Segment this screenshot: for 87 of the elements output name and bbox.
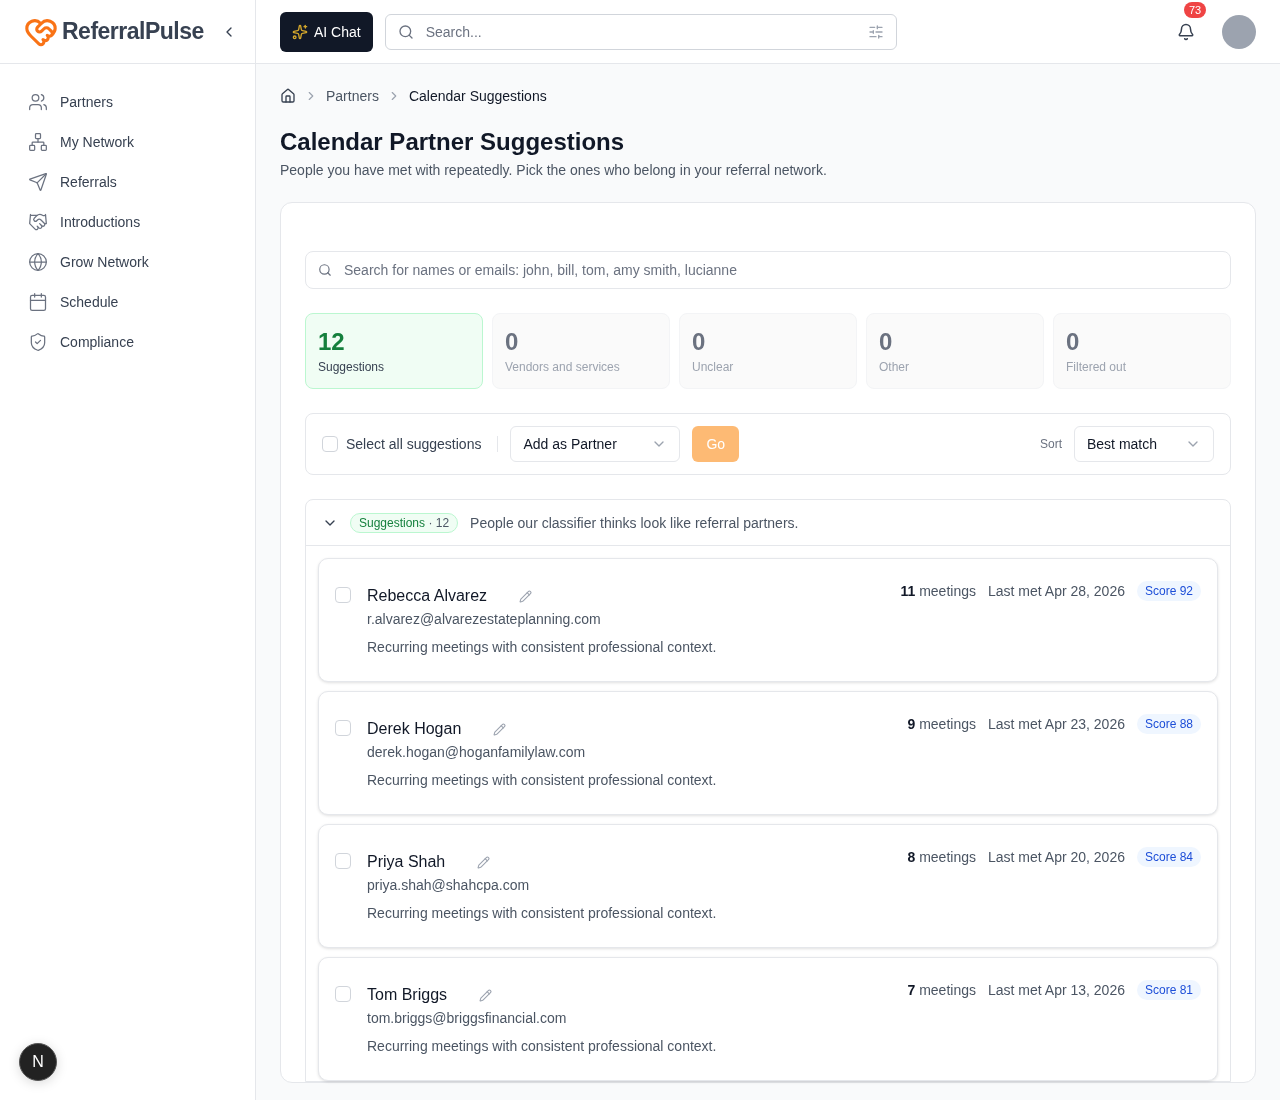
contact-name: Priya Shah bbox=[367, 853, 446, 871]
sidebar-item[interactable]: Grow Network bbox=[16, 246, 239, 278]
meeting-count: 11 meetings bbox=[900, 583, 976, 599]
suggestion-reason: Recurring meetings with consistent professional context. bbox=[367, 905, 718, 921]
page-title: Calendar Partner Suggestions bbox=[280, 128, 626, 156]
dev-badge[interactable]: N bbox=[19, 1043, 57, 1081]
contact-email: priya.shah@shahcpa.com bbox=[367, 877, 531, 893]
sparkle-icon bbox=[292, 23, 308, 40]
select-all-checkbox[interactable] bbox=[322, 436, 338, 452]
contact-email: tom.briggs@briggsfinancial.com bbox=[367, 1010, 568, 1026]
suggestion-reason: Recurring meetings with consistent professional context. bbox=[367, 639, 718, 655]
brand-name: ReferralPulse bbox=[62, 18, 205, 45]
stat-tab[interactable]: 0 Filtered out bbox=[1053, 313, 1231, 389]
notification-count: 73 bbox=[1184, 1, 1207, 18]
contact-email: r.alvarez@alvarezestateplanning.com bbox=[367, 611, 602, 627]
contact-name: Rebecca Alvarez bbox=[367, 587, 488, 605]
ai-chat-button[interactable]: AI Chat bbox=[280, 11, 373, 52]
group-description: People our classifier thinks look like referral partners. bbox=[470, 514, 799, 531]
stat-label: Suggestions bbox=[318, 360, 386, 374]
row-checkbox[interactable] bbox=[335, 720, 351, 736]
network-icon bbox=[28, 132, 48, 152]
name-search-input[interactable]: Search for names or emails: john, bill, tom, amy smith, lucianne bbox=[342, 261, 1218, 279]
sidebar-item[interactable]: Compliance bbox=[16, 326, 239, 358]
stat-count: 0 bbox=[505, 328, 520, 356]
stat-label: Unclear bbox=[692, 360, 735, 374]
sort-label: Sort bbox=[1040, 437, 1062, 451]
sidebar-item[interactable]: Referrals bbox=[16, 166, 239, 198]
stat-label: Filtered out bbox=[1066, 360, 1128, 374]
search-icon bbox=[318, 263, 332, 277]
stat-tab[interactable]: 0 Other bbox=[866, 313, 1044, 389]
last-met-date: Last met Apr 20, 2026 bbox=[988, 849, 1125, 865]
search-icon bbox=[397, 23, 414, 40]
breadcrumb-link[interactable]: Partners bbox=[326, 88, 379, 104]
search-input[interactable]: Search... bbox=[423, 22, 858, 41]
sort-dropdown[interactable]: Best match bbox=[1074, 426, 1214, 462]
sidebar-item[interactable]: Partners bbox=[16, 86, 239, 118]
score-badge: Score 84 bbox=[1136, 847, 1201, 867]
page-subtitle: People you have met with repeatedly. Pick the ones who belong in your referral network. bbox=[280, 162, 828, 178]
search-field[interactable]: Search... bbox=[384, 13, 897, 50]
stat-tab[interactable]: 0 Unclear bbox=[679, 313, 857, 389]
handshake-icon bbox=[28, 212, 48, 232]
stat-label: Other bbox=[879, 360, 910, 374]
sidebar-item[interactable]: Schedule bbox=[16, 286, 239, 318]
last-met-date: Last met Apr 28, 2026 bbox=[988, 583, 1125, 599]
sidebar-item[interactable]: Introductions bbox=[16, 206, 239, 238]
contact-email: derek.hogan@hoganfamilylaw.com bbox=[367, 744, 587, 760]
meeting-count: 7 meetings bbox=[907, 982, 976, 998]
pencil-icon[interactable] bbox=[479, 988, 493, 1002]
breadcrumb-link[interactable]: Calendar Suggestions bbox=[408, 88, 547, 104]
meeting-count: 8 meetings bbox=[907, 849, 976, 865]
stat-tab[interactable]: 12 Suggestions bbox=[305, 313, 483, 389]
row-checkbox[interactable] bbox=[335, 986, 351, 1002]
suggestion-reason: Recurring meetings with consistent professional context. bbox=[367, 772, 718, 788]
home-icon[interactable] bbox=[280, 88, 296, 104]
stat-count: 12 bbox=[318, 328, 346, 356]
select-all-label: Select all suggestions bbox=[346, 436, 482, 452]
row-checkbox[interactable] bbox=[335, 587, 351, 603]
name-search-field[interactable]: Search for names or emails: john, bill, tom, amy smith, lucianne bbox=[305, 251, 1231, 289]
meeting-count: 9 meetings bbox=[907, 716, 976, 732]
stat-count: 0 bbox=[879, 328, 894, 356]
bell-icon[interactable] bbox=[1177, 22, 1195, 41]
shield-icon bbox=[28, 332, 48, 352]
last-met-date: Last met Apr 23, 2026 bbox=[988, 716, 1125, 732]
globe-icon bbox=[28, 252, 48, 272]
pencil-icon[interactable] bbox=[477, 855, 491, 869]
group-tag: Suggestions · 12 bbox=[350, 512, 459, 533]
score-badge: Score 88 bbox=[1136, 714, 1201, 734]
paper-plane-icon bbox=[28, 172, 48, 192]
stat-label: Vendors and services bbox=[505, 360, 621, 374]
suggestion-reason: Recurring meetings with consistent professional context. bbox=[367, 1038, 718, 1054]
filter-icon[interactable] bbox=[867, 23, 884, 40]
score-badge: Score 81 bbox=[1136, 980, 1201, 1000]
stat-count: 0 bbox=[1066, 328, 1081, 356]
pencil-icon[interactable] bbox=[519, 589, 533, 603]
stat-count: 0 bbox=[692, 328, 707, 356]
score-badge: Score 92 bbox=[1136, 581, 1201, 601]
calendar-icon bbox=[28, 292, 48, 312]
pencil-icon[interactable] bbox=[493, 722, 507, 736]
contact-name: Tom Briggs bbox=[367, 986, 448, 1004]
contact-name: Derek Hogan bbox=[367, 720, 462, 738]
last-met-date: Last met Apr 13, 2026 bbox=[988, 982, 1125, 998]
stat-tab[interactable]: 0 Vendors and services bbox=[492, 313, 670, 389]
users-icon bbox=[28, 92, 48, 112]
row-checkbox[interactable] bbox=[335, 853, 351, 869]
action-dropdown[interactable]: Add as Partner bbox=[510, 426, 681, 462]
sidebar-item[interactable]: My Network bbox=[16, 126, 239, 158]
user-avatar[interactable] bbox=[1222, 14, 1256, 49]
